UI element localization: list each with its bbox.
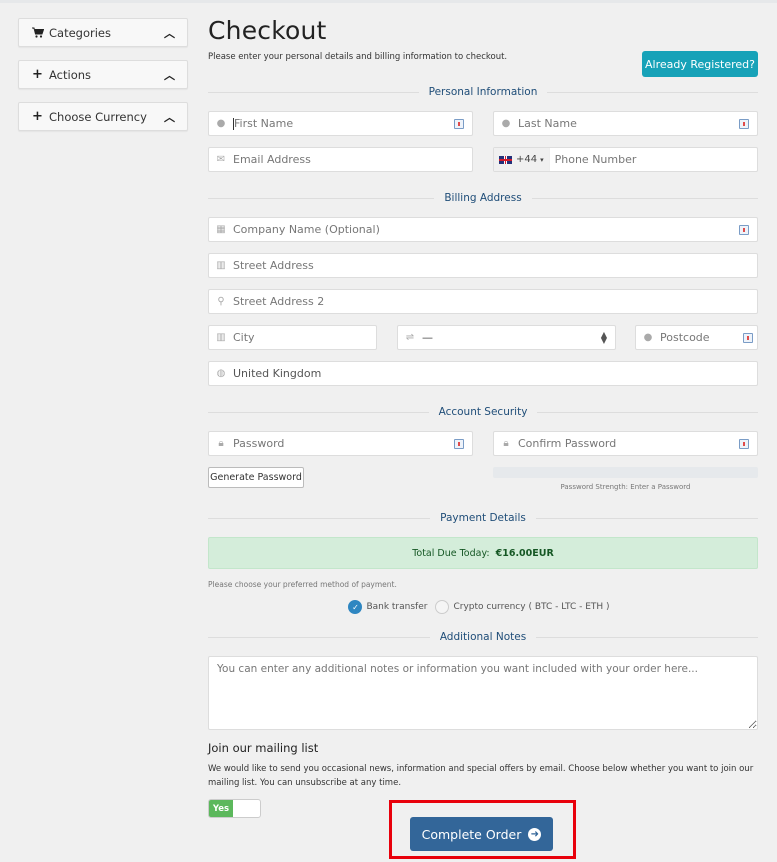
autofill-badge-icon[interactable] bbox=[739, 118, 749, 129]
signpost-icon: ⇌ bbox=[405, 332, 415, 343]
section-title: Payment Details bbox=[440, 512, 526, 524]
plus-icon: + bbox=[32, 109, 43, 124]
phone-placeholder: Phone Number bbox=[554, 153, 637, 166]
sidebar-panel-label: Choose Currency bbox=[49, 109, 147, 124]
country-select[interactable]: ◍ United Kingdom bbox=[208, 361, 758, 386]
company-placeholder: Company Name (Optional) bbox=[233, 223, 380, 236]
sidebar-panel-categories[interactable]: Categories ︿ bbox=[18, 18, 188, 47]
section-payment-details: Payment Details bbox=[208, 511, 758, 525]
total-due-label: Total Due Today: bbox=[412, 547, 490, 559]
plus-icon: + bbox=[32, 67, 43, 82]
top-bar bbox=[0, 0, 777, 3]
complete-order-label: Complete Order bbox=[421, 826, 522, 842]
postcode-placeholder: Postcode bbox=[660, 331, 710, 344]
section-title: Additional Notes bbox=[439, 631, 527, 643]
already-registered-button[interactable]: Already Registered? bbox=[642, 51, 758, 77]
mailing-list-text: We would like to send you occasional new… bbox=[208, 764, 754, 788]
section-title: Account Security bbox=[438, 406, 528, 418]
first-name-placeholder: First Name bbox=[234, 117, 294, 130]
autofill-badge-icon[interactable] bbox=[739, 224, 749, 235]
select-arrows-icon: ▲ ▼ bbox=[600, 329, 607, 345]
street-address-input[interactable]: ▥ Street Address bbox=[208, 253, 758, 278]
last-name-placeholder: Last Name bbox=[518, 117, 577, 130]
shopping-cart-icon bbox=[32, 27, 44, 38]
section-billing-address: Billing Address bbox=[208, 191, 759, 205]
total-due-box: Total Due Today: €16.00EUR bbox=[208, 537, 758, 569]
street2-placeholder: Street Address 2 bbox=[233, 295, 325, 308]
payment-method-note: Please choose your preferred method of p… bbox=[208, 580, 397, 589]
radio-checked-icon[interactable]: ✓ bbox=[348, 600, 363, 614]
sidebar: Categories ︿ + Actions ︿ + Choose Curren… bbox=[18, 18, 188, 144]
caret-down-icon: ▾ bbox=[540, 155, 544, 164]
city-placeholder: City bbox=[233, 331, 255, 344]
total-due-value: €16.00EUR bbox=[495, 547, 554, 559]
email-input[interactable]: ✉ Email Address bbox=[208, 147, 473, 172]
first-name-input[interactable]: ● First Name bbox=[208, 111, 473, 136]
arrow-circle-right-icon: ➜ bbox=[528, 827, 542, 841]
page-subtitle: Please enter your personal details and b… bbox=[208, 52, 508, 62]
map-marker-icon: ⚲ bbox=[217, 296, 225, 307]
section-personal-information: Personal Information bbox=[208, 85, 759, 99]
payment-methods: ✓ Bank transfer Crypto currency ( BTC - … bbox=[208, 600, 758, 614]
user-icon: ● bbox=[216, 118, 226, 129]
mailing-list-toggle[interactable]: Yes bbox=[208, 799, 261, 818]
email-placeholder: Email Address bbox=[233, 153, 311, 166]
autofill-badge-icon[interactable] bbox=[454, 438, 464, 449]
state-value: — bbox=[422, 331, 433, 344]
state-select[interactable]: ⇌ — ▲ ▼ bbox=[397, 325, 616, 350]
section-additional-notes: Additional Notes bbox=[208, 630, 758, 644]
sidebar-panel-choose-currency[interactable]: + Choose Currency ︿ bbox=[18, 102, 188, 131]
certificate-icon: ● bbox=[643, 332, 653, 343]
last-name-input[interactable]: ● Last Name bbox=[493, 111, 758, 136]
building-icon: ▥ bbox=[216, 260, 226, 271]
country-code-dropdown[interactable]: +44 ▾ bbox=[494, 148, 550, 171]
page-title: Checkout bbox=[208, 16, 327, 45]
autofill-badge-icon[interactable] bbox=[454, 118, 464, 129]
building-icon: ▦ bbox=[216, 224, 226, 235]
mailing-list-heading: Join our mailing list bbox=[208, 741, 319, 755]
section-title: Billing Address bbox=[444, 192, 522, 204]
street-placeholder: Street Address bbox=[233, 259, 314, 272]
country-code: +44 bbox=[516, 154, 538, 165]
chevron-up-icon: ︿ bbox=[164, 26, 175, 40]
user-icon: ● bbox=[501, 118, 511, 129]
payment-option-label: Crypto currency ( BTC - LTC - ETH ) bbox=[453, 602, 610, 612]
envelope-icon: ✉ bbox=[216, 154, 226, 165]
autofill-badge-icon[interactable] bbox=[739, 438, 749, 449]
payment-option-label: Bank transfer bbox=[366, 602, 428, 612]
country-value: United Kingdom bbox=[233, 367, 322, 380]
sidebar-panel-label: Categories bbox=[49, 25, 111, 40]
autofill-badge-icon[interactable] bbox=[743, 332, 753, 343]
lock-icon: 🔒︎ bbox=[218, 438, 224, 449]
sidebar-panel-label: Actions bbox=[49, 67, 92, 82]
uk-flag-icon bbox=[499, 155, 512, 164]
building-icon: ▥ bbox=[216, 332, 226, 343]
lock-icon: 🔒︎ bbox=[503, 438, 509, 449]
postcode-input[interactable]: ● Postcode bbox=[635, 325, 758, 350]
password-placeholder: Password bbox=[233, 437, 285, 450]
toggle-yes-label: Yes bbox=[209, 800, 233, 817]
chevron-up-icon: ︿ bbox=[164, 68, 175, 82]
globe-icon: ◍ bbox=[216, 368, 226, 379]
notes-textarea[interactable] bbox=[208, 656, 758, 730]
complete-order-button[interactable]: Complete Order ➜ bbox=[410, 817, 553, 851]
section-title: Personal Information bbox=[428, 86, 538, 98]
radio-unchecked-icon[interactable] bbox=[435, 600, 450, 614]
sidebar-panel-actions[interactable]: + Actions ︿ bbox=[18, 60, 188, 89]
phone-input[interactable]: +44 ▾ Phone Number bbox=[493, 147, 758, 172]
password-input[interactable]: 🔒︎ Password bbox=[208, 431, 473, 456]
generate-password-button[interactable]: Generate Password bbox=[208, 467, 304, 488]
company-name-input[interactable]: ▦ Company Name (Optional) bbox=[208, 217, 758, 242]
confirm-password-input[interactable]: 🔒︎ Confirm Password bbox=[493, 431, 758, 456]
section-account-security: Account Security bbox=[208, 405, 759, 419]
confirm-password-placeholder: Confirm Password bbox=[518, 437, 617, 450]
password-strength-label: Password Strength: Enter a Password bbox=[560, 483, 691, 491]
chevron-up-icon: ︿ bbox=[164, 110, 175, 124]
password-strength-bar bbox=[493, 467, 758, 478]
city-input[interactable]: ▥ City bbox=[208, 325, 377, 350]
street-address-2-input[interactable]: ⚲ Street Address 2 bbox=[208, 289, 758, 314]
payment-option-bank-transfer[interactable]: ✓ Bank transfer bbox=[348, 600, 427, 614]
payment-option-crypto[interactable]: Crypto currency ( BTC - LTC - ETH ) bbox=[435, 600, 610, 614]
